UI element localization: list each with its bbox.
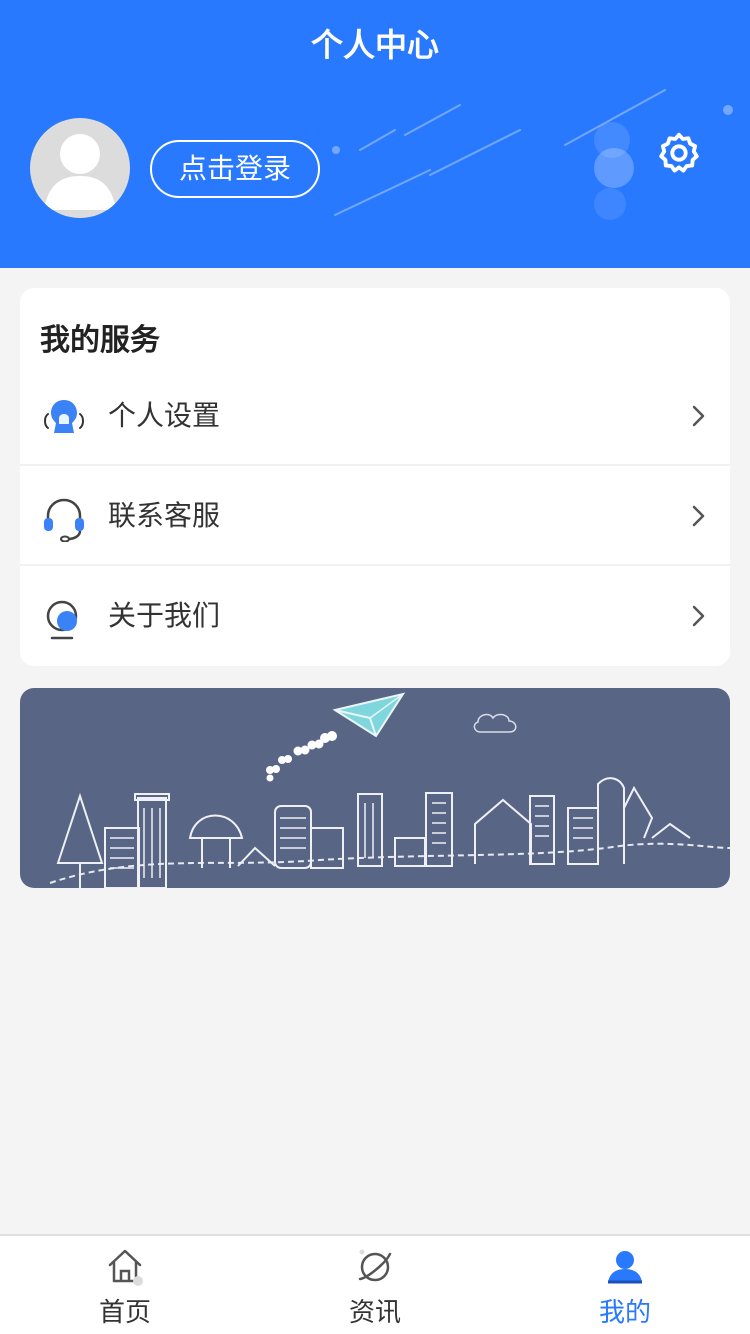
headset-icon — [40, 494, 88, 543]
service-item-personal-settings[interactable]: 个人设置 — [20, 366, 730, 466]
default-avatar-icon[interactable] — [30, 118, 130, 218]
chevron-right-icon — [686, 404, 710, 428]
services-title: 我的服务 — [40, 323, 160, 358]
tab-mine[interactable]: 我的 — [500, 1236, 750, 1334]
info-bubble-icon — [40, 594, 88, 642]
tab-label: 首页 — [98, 1298, 151, 1328]
tab-label: 资讯 — [348, 1298, 401, 1328]
service-label: 个人设置 — [108, 399, 221, 432]
city-skyline-illustration — [49, 692, 730, 888]
chevron-right-icon — [686, 604, 710, 628]
service-item-about-us[interactable]: 关于我们 — [20, 566, 730, 666]
service-label: 关于我们 — [108, 599, 221, 632]
tab-news[interactable]: 资讯 — [250, 1236, 500, 1334]
services-card: 我的服务 个人设置 联系客服 关于我们 — [20, 288, 730, 666]
profile-header: 个人中心 点击登录 — [0, 0, 750, 268]
promo-banner[interactable] — [20, 688, 730, 888]
login-button[interactable]: 点击登录 — [150, 140, 320, 198]
service-item-contact-support[interactable]: 联系客服 — [20, 466, 730, 566]
tab-label: 我的 — [598, 1298, 651, 1328]
home-icon — [105, 1246, 145, 1286]
page-title: 个人中心 — [310, 26, 439, 64]
user-icon — [605, 1246, 645, 1286]
user-settings-icon — [40, 394, 88, 442]
bottom-tab-bar: 首页 资讯 我的 — [0, 1234, 750, 1334]
chevron-right-icon — [686, 504, 710, 528]
service-label: 联系客服 — [108, 499, 221, 532]
gear-icon[interactable] — [656, 130, 702, 176]
planet-icon — [355, 1246, 395, 1286]
tab-home[interactable]: 首页 — [0, 1236, 250, 1334]
